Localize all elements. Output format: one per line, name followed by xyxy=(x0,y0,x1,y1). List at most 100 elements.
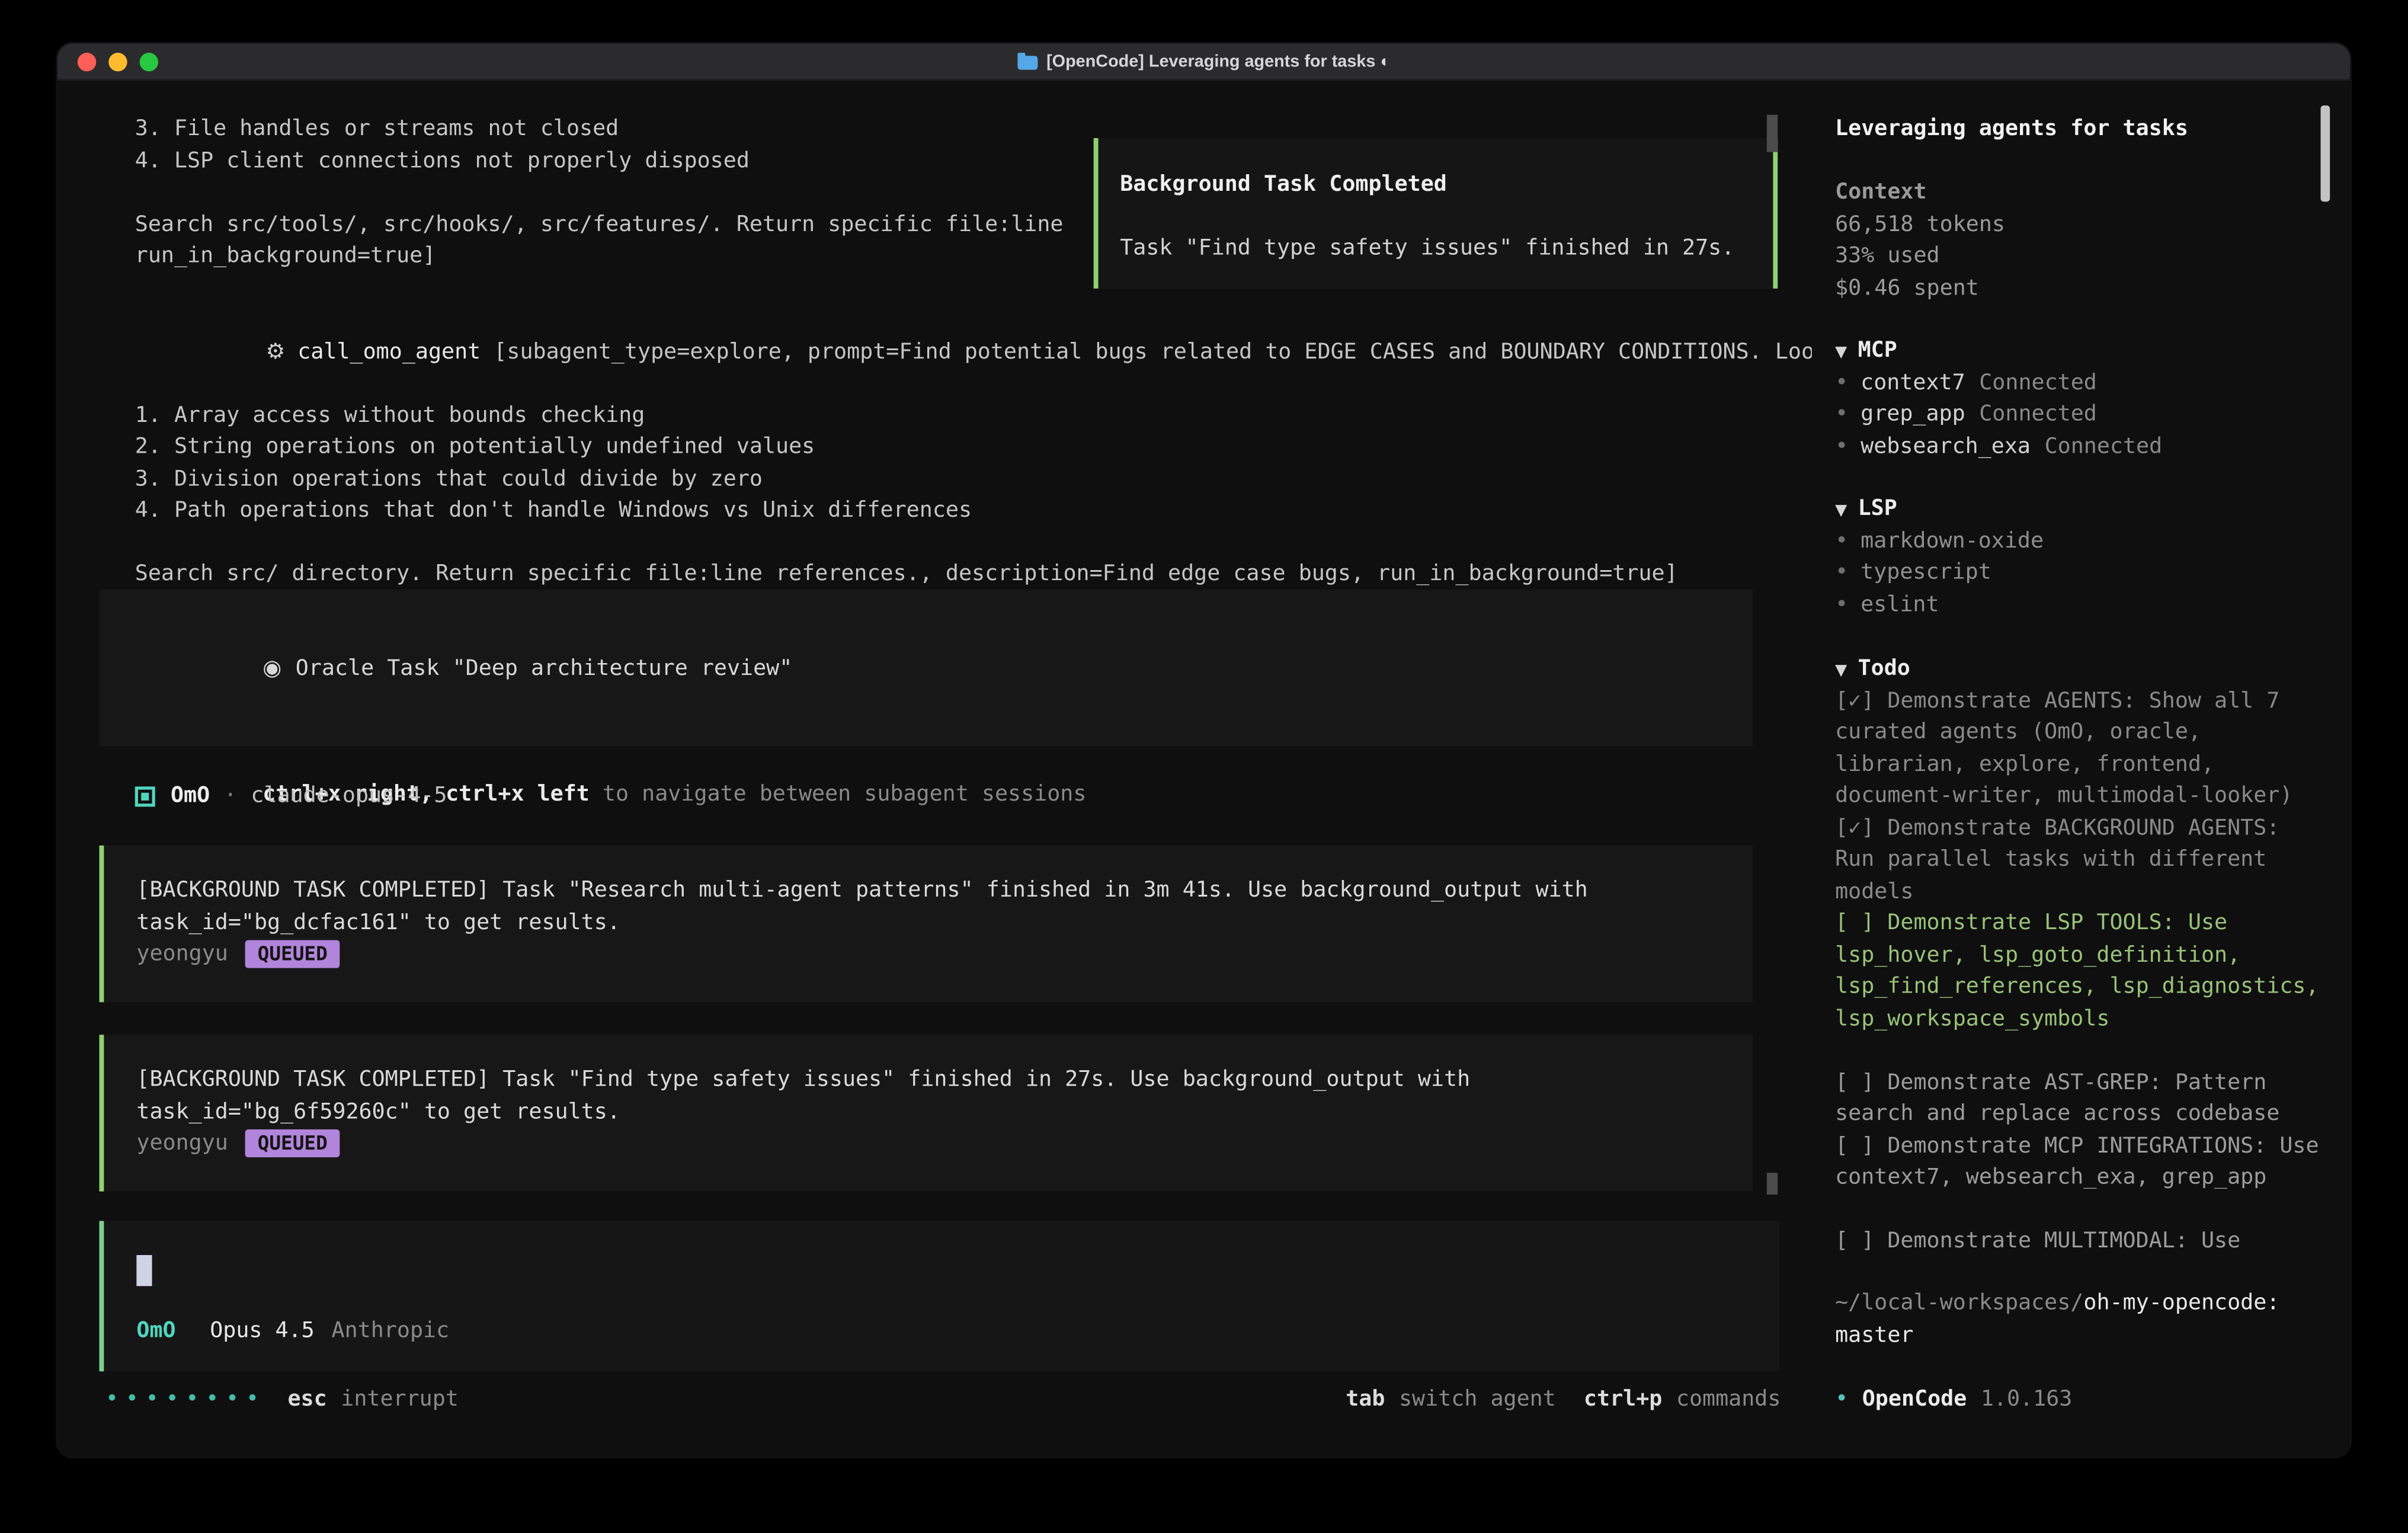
message-meta-row: yeongyu QUEUED xyxy=(136,1128,1753,1160)
spinner-dots-icon: •••••••• xyxy=(105,1384,266,1416)
bullet-icon: • xyxy=(1835,434,1848,459)
lsp-section-header[interactable]: ▼ LSP xyxy=(1835,494,2044,526)
todo-item: [ ] Demonstrate AST-GREP: Pattern search… xyxy=(1835,1067,2322,1130)
message-block: [BACKGROUND TASK COMPLETED] Task "Find t… xyxy=(100,1035,1753,1191)
session-sidebar: Leveraging agents for tasks Context 66,5… xyxy=(1812,81,2350,1457)
lsp-item-name: markdown-oxide xyxy=(1861,528,2044,553)
bullet-icon: • xyxy=(1835,592,1848,617)
agent-session-header: OmO · claude-opus-4-5 xyxy=(135,780,447,812)
mcp-section-header[interactable]: ▼ MCP xyxy=(1835,335,2162,367)
oracle-title-text: Oracle Task "Deep architecture review" xyxy=(296,655,793,680)
terminal-main-pane: 3. File handles or streams not closed 4.… xyxy=(57,81,1812,1457)
context-heading: Context xyxy=(1835,177,2005,209)
agent-square-icon xyxy=(135,786,155,806)
mcp-item-name: websearch_exa xyxy=(1861,434,2031,459)
oracle-task-title: ◉ Oracle Task "Deep architecture review" xyxy=(132,620,1753,716)
oracle-task-panel: ◉Oracle Task "Deep architecture review" … xyxy=(100,590,1753,746)
toast-body: Task "Find type safety issues" finished … xyxy=(1120,232,1751,264)
bullet-icon: • xyxy=(1835,402,1848,427)
todo-item: [✓] Demonstrate BACKGROUND AGENTS: Run p… xyxy=(1835,812,2322,908)
separator-dot: · xyxy=(224,780,237,812)
sidebar-scrollbar-thumb[interactable] xyxy=(2321,105,2330,201)
bullet-icon: • xyxy=(1835,560,1848,585)
session-title: Leveraging agents for tasks xyxy=(1835,113,2188,145)
log-line: 3. File handles or streams not closed xyxy=(135,113,1064,145)
tool-call-line: Search src/ directory. Return specific f… xyxy=(135,558,1812,590)
workspace-line: ~/local-workspaces/oh-my-opencode: xyxy=(1835,1288,2322,1320)
bullet-icon: • xyxy=(1835,528,1848,553)
key-ctrl-p: ctrl+p xyxy=(1584,1384,1662,1416)
lsp-section: ▼ LSP • markdown-oxide • typescript • eslin… xyxy=(1835,494,2044,621)
window-title: [OpenCode] Leveraging agents for tasks ◐ xyxy=(1046,43,1391,80)
main-scrollbar-thumb[interactable] xyxy=(1767,115,1778,152)
mcp-item: •context7Connected xyxy=(1835,367,2162,399)
tool-call-line: 2. String operations on potentially unde… xyxy=(135,431,1812,463)
prompt-provider-name: Anthropic xyxy=(332,1318,450,1343)
zoom-button[interactable] xyxy=(140,53,158,71)
prompt-model-name: Opus 4.5 xyxy=(210,1318,315,1343)
mcp-section: ▼ MCP •context7Connected •grep_appConnec… xyxy=(1835,335,2162,462)
mcp-item: •grep_appConnected xyxy=(1835,399,2162,431)
tool-call-args: [subagent_type=explore, prompt=Find pote… xyxy=(481,339,1812,364)
lsp-item: • eslint xyxy=(1835,589,2044,621)
main-scrollbar-thumb[interactable] xyxy=(1767,1173,1778,1195)
key-tab: tab xyxy=(1346,1384,1385,1416)
message-author: yeongyu xyxy=(136,939,228,971)
log-line xyxy=(135,177,1064,209)
mcp-item-name: context7 xyxy=(1861,370,1965,395)
chevron-down-icon: ▼ xyxy=(1835,656,1847,688)
app-version: 1.0.163 xyxy=(1981,1387,2073,1412)
todo-section: ▼ Todo [✓] Demonstrate AGENTS: Show all … xyxy=(1835,653,2322,1257)
todo-item: [ ] Demonstrate MULTIMODAL: Use xyxy=(1835,1225,2322,1257)
mcp-item: • websearch_exa Connected xyxy=(1835,430,2162,462)
workspace-path: ~/local-workspaces/oh-my-opencode: maste… xyxy=(1835,1288,2322,1351)
log-line: 4. LSP client connections not properly d… xyxy=(135,145,1064,177)
toast-title: Background Task Completed xyxy=(1120,169,1751,201)
workspace-prefix: ~/local-workspaces/ xyxy=(1835,1291,2083,1316)
todo-item: [✓] Demonstrate AGENTS: Show all 7 curat… xyxy=(1835,685,2322,812)
bullet-icon: • xyxy=(1835,1387,1848,1412)
todo-item: [ ] Demonstrate MCP INTEGRATIONS: Use co… xyxy=(1835,1130,2322,1193)
tool-call-block: ⚙ call_omo_agent [subagent_type=explore, … xyxy=(135,304,1812,590)
mcp-heading: MCP xyxy=(1858,335,1897,367)
log-line: run_in_background=true] xyxy=(135,241,1064,273)
message-block: [BACKGROUND TASK COMPLETED] Task "Resear… xyxy=(100,846,1753,1002)
chevron-down-icon: ▼ xyxy=(1835,338,1847,370)
tool-call-line: 1. Array access without bounds checking xyxy=(135,399,1812,431)
message-line: [BACKGROUND TASK COMPLETED] Task "Resear… xyxy=(136,875,1753,907)
todo-item: [ ] Demonstrate LSP TOOLS: Use lsp_hover… xyxy=(1835,908,2322,1035)
tool-call-line: 3. Division operations that could divide… xyxy=(135,463,1812,495)
todo-section-header[interactable]: ▼ Todo xyxy=(1835,653,2322,685)
lsp-item: • typescript xyxy=(1835,557,2044,589)
prompt-model-row: OmOOpus 4.5Anthropic xyxy=(136,1316,449,1348)
commands-action-label: commands xyxy=(1676,1384,1781,1416)
traffic-lights xyxy=(78,53,158,71)
tool-call-line xyxy=(135,527,1812,559)
lsp-item-name: eslint xyxy=(1861,592,1939,617)
tool-call-name: call_omo_agent xyxy=(297,339,481,364)
mcp-item-status: Connected xyxy=(2045,434,2163,459)
gear-icon: ⚙ xyxy=(265,339,285,364)
window-titlebar: [OpenCode] Leveraging agents for tasks ◐ xyxy=(57,43,2350,81)
mcp-item-name: grep_app xyxy=(1861,402,1965,427)
tab-action-label: switch agent xyxy=(1399,1384,1556,1416)
log-line: Search src/tools/, src/hooks/, src/featu… xyxy=(135,209,1064,241)
minimize-button[interactable] xyxy=(108,53,127,71)
esc-action-label: interrupt xyxy=(341,1384,459,1416)
lsp-item-name: typescript xyxy=(1861,560,1991,585)
message-line: task_id="bg_6f59260c" to get results. xyxy=(136,1096,1753,1128)
message-meta-row: yeongyu QUEUED xyxy=(136,939,1753,971)
close-button[interactable] xyxy=(78,53,96,71)
hint-text: to navigate between subagent sessions xyxy=(590,782,1087,806)
app-version-footer: •OpenCode1.0.163 xyxy=(1835,1384,2072,1416)
agent-name: OmO xyxy=(171,780,210,812)
prompt-input[interactable]: OmOOpus 4.5Anthropic xyxy=(100,1221,1779,1371)
oracle-icon: ◉ xyxy=(262,655,281,680)
background-task-toast[interactable]: Background Task Completed Task "Find typ… xyxy=(1094,138,1778,289)
bullet-icon: • xyxy=(1835,370,1848,395)
message-author: yeongyu xyxy=(136,1128,228,1160)
status-bar: •••••••• esc interrupt tab switch agent … xyxy=(105,1384,1781,1416)
tool-call-line: 4. Path operations that don't handle Win… xyxy=(135,495,1812,527)
app-window: [OpenCode] Leveraging agents for tasks ◐… xyxy=(57,43,2350,1457)
agent-model: claude-opus-4-5 xyxy=(251,780,447,812)
